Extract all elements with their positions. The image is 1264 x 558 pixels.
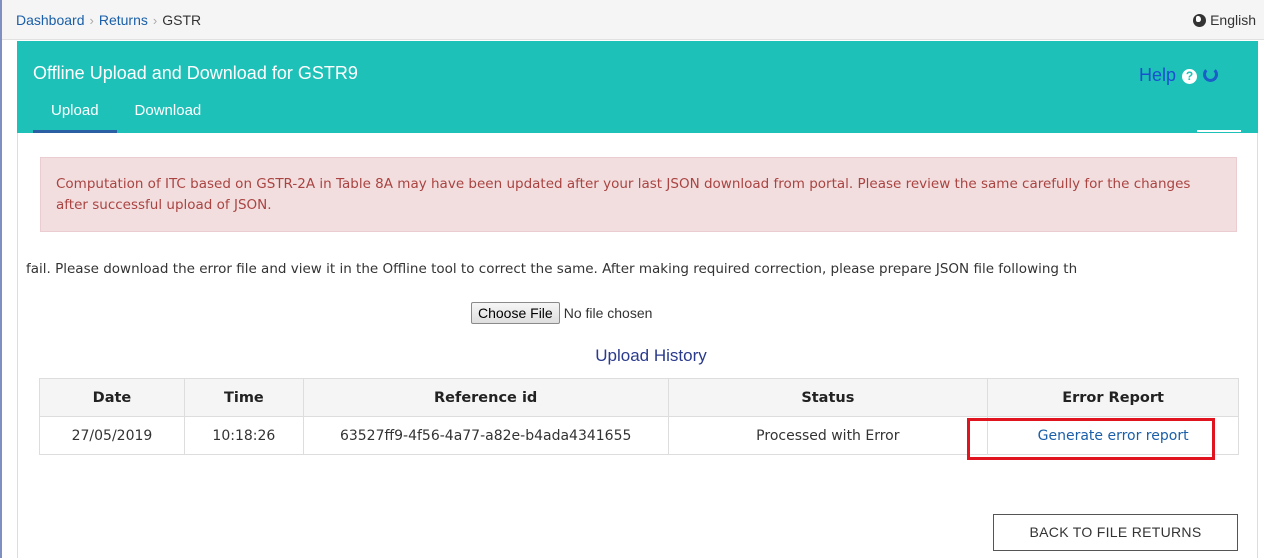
breadcrumb-dashboard[interactable]: Dashboard xyxy=(16,12,85,28)
breadcrumb-bar: Dashboard › Returns › GSTR English xyxy=(2,0,1264,40)
cell-date: 27/05/2019 xyxy=(39,416,185,455)
tab-bar: Upload Download xyxy=(33,99,219,133)
refresh-icon[interactable] xyxy=(1203,67,1218,82)
file-status: No file chosen xyxy=(563,305,653,321)
breadcrumb-returns[interactable]: Returns xyxy=(99,12,148,28)
column-header-date: Date xyxy=(39,378,185,417)
upload-history-table: Date Time Reference id Status Error Repo… xyxy=(39,378,1239,455)
help-label: Help xyxy=(1138,65,1176,85)
file-input: Choose File No file chosen xyxy=(471,302,652,324)
tab-download[interactable]: Download xyxy=(117,99,220,133)
main-content: Computation of ITC based on GSTR-2A in T… xyxy=(17,133,1258,558)
alert-message: Computation of ITC based on GSTR-2A in T… xyxy=(40,157,1237,232)
language-selector[interactable]: English xyxy=(1193,12,1256,28)
cell-time: 10:18:26 xyxy=(183,416,304,455)
info-text: fail. Please download the error file and… xyxy=(26,261,1078,277)
upload-history-title: Upload History xyxy=(595,346,707,365)
breadcrumb: Dashboard › Returns › GSTR xyxy=(16,12,201,28)
globe-icon xyxy=(1193,14,1207,27)
cell-reference-id: 63527ff9-4f56-4a77-a82e-b4ada4341655 xyxy=(302,416,669,455)
page-title: Offline Upload and Download for GSTR9 xyxy=(33,63,358,83)
question-icon: ? xyxy=(1182,69,1197,84)
breadcrumb-separator: › xyxy=(152,13,158,28)
help-link[interactable]: Help? xyxy=(1139,65,1218,86)
cell-error-report: Generate error report xyxy=(987,416,1239,455)
column-header-time: Time xyxy=(183,378,304,417)
tab-upload[interactable]: Upload xyxy=(33,99,117,133)
language-label: English xyxy=(1210,12,1256,28)
column-header-reference-id: Reference id xyxy=(302,378,669,417)
cell-status: Processed with Error xyxy=(667,416,989,455)
page-header: Offline Upload and Download for GSTR9 He… xyxy=(17,41,1258,133)
table-header-row: Date Time Reference id Status Error Repo… xyxy=(39,378,1239,417)
breadcrumb-current: GSTR xyxy=(162,12,202,28)
table-row: 27/05/2019 10:18:26 63527ff9-4f56-4a77-a… xyxy=(39,416,1239,455)
header-divider xyxy=(1197,130,1241,132)
back-to-file-returns-button[interactable]: BACK TO FILE RETURNS xyxy=(993,514,1238,551)
choose-file-button[interactable]: Choose File xyxy=(471,302,560,324)
column-header-status: Status xyxy=(667,378,989,417)
column-header-error-report: Error Report xyxy=(987,378,1239,417)
breadcrumb-separator: › xyxy=(89,13,94,28)
generate-error-report-link[interactable]: Generate error report xyxy=(1038,428,1189,444)
